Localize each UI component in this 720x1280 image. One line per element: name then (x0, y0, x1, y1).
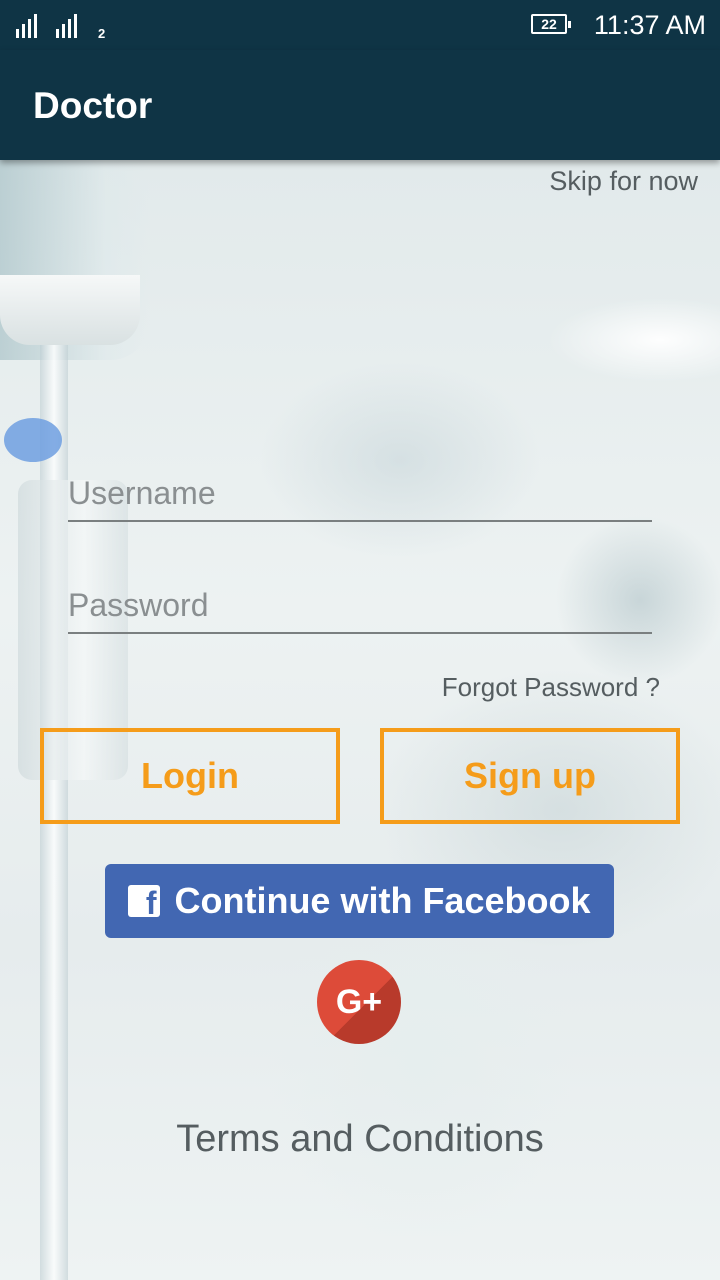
status-bar: 2 22 11:37 AM (0, 0, 720, 50)
sim-number: 2 (98, 26, 106, 41)
signal-bars-icon (56, 12, 77, 38)
facebook-icon: f (128, 885, 161, 919)
username-input[interactable] (68, 475, 652, 512)
app-bar: Doctor (0, 50, 720, 160)
app-title: Doctor (33, 85, 153, 126)
continue-with-facebook-button[interactable]: f Continue with Facebook (105, 864, 614, 938)
login-screen: 2 22 11:37 AM Doctor Skip for now Forgot… (0, 0, 720, 1280)
iv-cap-illustration (0, 275, 140, 345)
password-input[interactable] (68, 587, 652, 624)
username-field[interactable] (68, 460, 652, 522)
google-plus-icon: G+ (335, 982, 383, 1021)
password-field[interactable] (68, 572, 652, 634)
iv-clip-illustration (4, 418, 62, 462)
facebook-button-label: Continue with Facebook (174, 880, 591, 921)
google-plus-button[interactable]: G+ (317, 960, 401, 1044)
signal-bars-icon (16, 12, 37, 38)
status-time: 11:37 AM (593, 10, 706, 40)
skip-for-now-link[interactable]: Skip for now (549, 166, 698, 197)
battery-icon: 22 (531, 14, 571, 34)
signup-button[interactable]: Sign up (380, 728, 680, 824)
forgot-password-link[interactable]: Forgot Password ? (442, 672, 660, 703)
login-button[interactable]: Login (40, 728, 340, 824)
terms-and-conditions-link[interactable]: Terms and Conditions (0, 1118, 720, 1161)
